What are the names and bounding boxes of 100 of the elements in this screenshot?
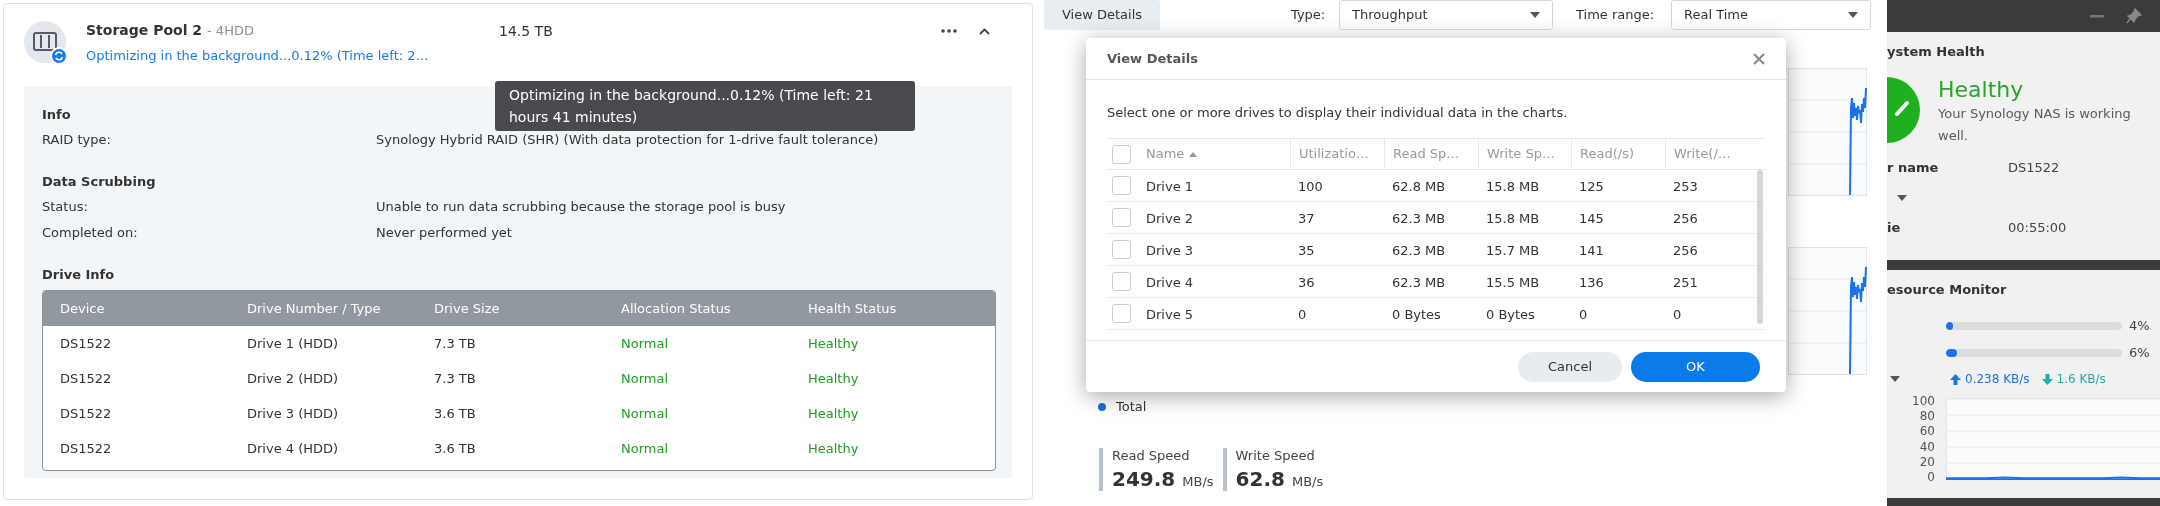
pin-icon[interactable] [2126, 8, 2142, 24]
dialog-title: View Details [1107, 49, 1198, 68]
column-header: Device [59, 300, 106, 318]
table-cell: Drive 5 [1146, 306, 1194, 322]
field-value: 00:55:00 [2008, 219, 2067, 238]
caret-icon [1897, 195, 1907, 201]
checkbox[interactable] [1112, 176, 1131, 195]
stat-value: 62.8 [1235, 466, 1285, 491]
column-header: Drive Size [433, 300, 501, 318]
table-cell-text: Drive 1 (HDD) [246, 334, 340, 353]
section-heading: Info [42, 107, 71, 122]
column-header[interactable]: Utilizatio… [1299, 144, 1369, 164]
table-cell-text: Healthy [807, 369, 860, 388]
field-label: Completed on: [42, 224, 139, 242]
collapse-icon[interactable] [979, 27, 990, 35]
minimize-icon[interactable] [2090, 14, 2104, 18]
table-cell-text: DS1522 [59, 369, 113, 388]
column-header: Allocation Status [620, 300, 732, 318]
field-label: ie [1887, 219, 1902, 238]
table-cell: 35 [1298, 242, 1315, 258]
stat-unit: MB/s [1291, 472, 1324, 491]
table-cell: 256 [1673, 210, 1698, 226]
table-cell-text: DS1522 [59, 334, 113, 353]
column-header[interactable]: Write Sp… [1487, 144, 1555, 164]
table-cell: 15.5 MB [1486, 274, 1540, 290]
dropdown-caret-icon [1848, 12, 1858, 18]
field-value: Never performed yet [376, 224, 512, 242]
column-header[interactable]: Read Sp… [1393, 144, 1460, 164]
checkbox[interactable] [1112, 144, 1131, 164]
checkbox[interactable] [1112, 304, 1131, 323]
dropdown-caret-icon [1530, 12, 1540, 18]
time-range-label: Time range: [1576, 6, 1656, 25]
more-icon[interactable] [941, 29, 957, 33]
view-details-button[interactable]: View Details [1044, 0, 1160, 30]
table-cell: 62.8 MB [1392, 178, 1446, 194]
table-cell-text: 7.3 TB [433, 334, 477, 353]
table-cell: 256 [1673, 242, 1698, 258]
table-cell-text: Normal [620, 334, 670, 353]
table-cell: 251 [1673, 274, 1698, 290]
download-arrow-icon [2041, 373, 2053, 385]
pool-status: Optimizing in the background...0.12% (Time left: 2… [86, 47, 430, 65]
table-cell: 0 Bytes [1392, 306, 1441, 322]
table-cell: 0 Bytes [1486, 306, 1535, 322]
axis-tick: 100 [1912, 394, 1935, 408]
caret-icon [1890, 376, 1900, 382]
table-cell: 15.8 MB [1486, 178, 1540, 194]
table-cell: 0 [1579, 306, 1588, 322]
table-cell: 62.3 MB [1392, 242, 1446, 258]
table-cell: Drive 4 [1146, 274, 1194, 290]
table-cell: 0 [1673, 306, 1682, 322]
ok-button[interactable]: OK [1631, 352, 1760, 382]
table-cell-text: Healthy [807, 439, 860, 458]
pool-subtitle: - 4HDD [207, 22, 254, 40]
field-value: Unable to run data scrubbing because the storage pool is busy [376, 198, 786, 216]
section-heading: Data Scrubbing [42, 174, 156, 189]
field-label: Status: [42, 198, 89, 216]
type-dropdown[interactable]: Throughput [1339, 0, 1553, 30]
table-cell: 141 [1579, 242, 1604, 258]
time-range-dropdown[interactable]: Real Time [1671, 0, 1871, 30]
storage-pool-icon [23, 20, 69, 66]
type-label: Type: [1291, 6, 1327, 25]
table-cell: 15.8 MB [1486, 210, 1540, 226]
meter-reading: 6% [2129, 343, 2150, 362]
column-header[interactable]: Read(/s) [1580, 144, 1634, 164]
column-header: Drive Number / Type [246, 300, 382, 318]
table-cell: Drive 3 [1146, 242, 1194, 258]
upload-arrow-icon [1950, 373, 1961, 385]
table-cell: 62.3 MB [1392, 210, 1446, 226]
pool-title: Storage Pool 2 [86, 21, 203, 40]
checkbox[interactable] [1112, 208, 1131, 227]
table-cell: 136 [1579, 274, 1604, 290]
table-cell-text: Normal [620, 439, 670, 458]
axis-tick: 0 [1927, 469, 1935, 484]
sort-ascending-icon[interactable] [1189, 151, 1198, 157]
upload-rate: 0.238 KB/s [1965, 371, 2030, 388]
stat-label: Read Speed [1112, 448, 1191, 464]
table-cell-text: Normal [620, 404, 670, 423]
table-cell-text: 7.3 TB [433, 369, 477, 388]
cancel-button[interactable]: Cancel [1518, 352, 1622, 382]
axis-tick: 40 [1919, 439, 1935, 454]
table-cell: 36 [1298, 274, 1315, 290]
table-cell-text: DS1522 [59, 404, 113, 423]
stat-value: 249.8 [1112, 466, 1176, 491]
table-cell-text: Drive 2 (HDD) [246, 369, 340, 388]
table-cell: 37 [1298, 210, 1315, 226]
table-cell-text: Healthy [807, 404, 860, 423]
tooltip: Optimizing in the background...0.12% (Time left: 21 hours 41 minutes) [495, 81, 915, 131]
table-cell: 62.3 MB [1392, 274, 1446, 290]
table-cell-text: 3.6 TB [433, 404, 477, 423]
column-header[interactable]: Write(/… [1674, 144, 1731, 164]
table-cell: Drive 2 [1146, 210, 1194, 226]
close-icon[interactable] [1753, 52, 1765, 65]
checkbox[interactable] [1112, 240, 1131, 259]
checkbox[interactable] [1112, 272, 1131, 291]
axis-tick: 20 [1919, 454, 1935, 469]
axis-tick: 60 [1919, 424, 1935, 439]
stat-label: Write Speed [1235, 448, 1316, 464]
axis-tick: 80 [1919, 409, 1935, 424]
field-value: DS1522 [2008, 159, 2060, 178]
column-header[interactable]: Name [1146, 144, 1185, 164]
